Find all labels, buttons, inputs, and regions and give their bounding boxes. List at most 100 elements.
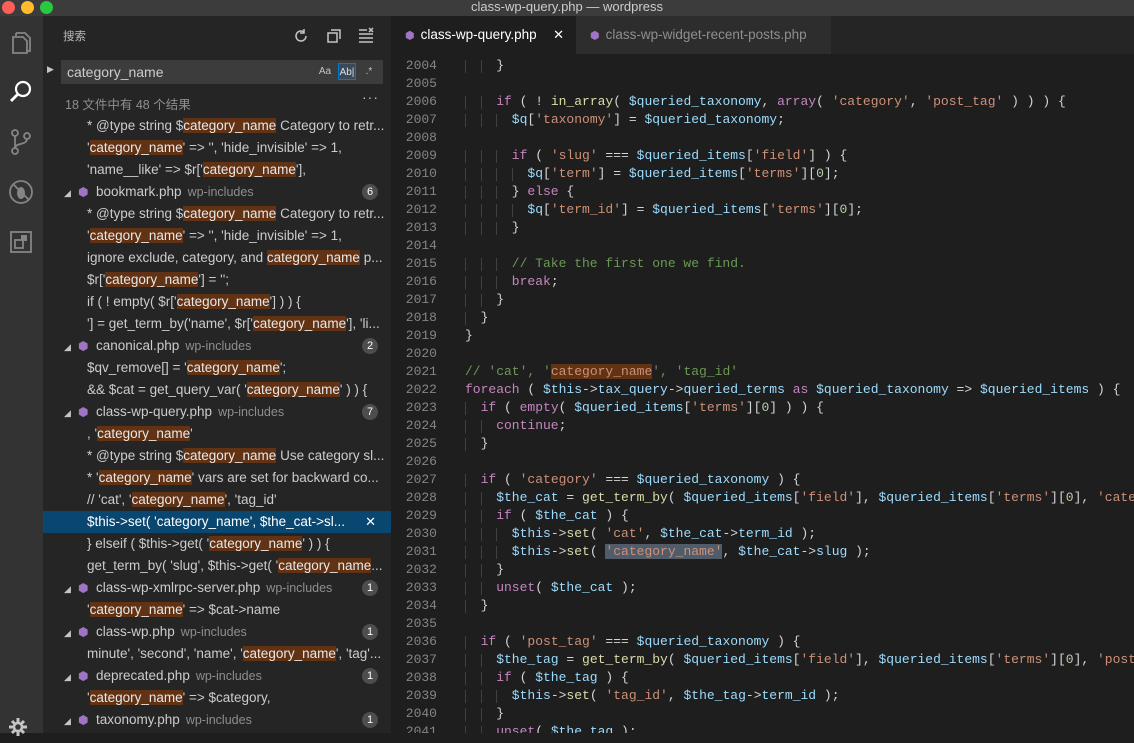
- indent-guide: [465, 186, 466, 199]
- code-token: 'field': [800, 490, 856, 505]
- settings-gear-icon[interactable]: [7, 716, 29, 738]
- code-token: 'terms': [691, 400, 746, 415]
- search-icon[interactable]: [6, 77, 36, 107]
- match-whole-word-toggle[interactable]: Ab|: [338, 63, 356, 80]
- code-token: [: [987, 490, 996, 505]
- expand-chevron-icon[interactable]: ◢: [64, 402, 78, 423]
- match-context: $qv_remove[] = ': [87, 360, 187, 375]
- result-match-row[interactable]: , 'category_name': [43, 423, 391, 445]
- match-text: } elseif ( $this->get( 'category_name' )…: [87, 533, 330, 555]
- match-highlight: category_name: [186, 360, 280, 375]
- indent-guide: [480, 492, 482, 505]
- result-match-row[interactable]: $qv_remove[] = 'category_name';: [43, 357, 391, 379]
- code-text: } else {: [512, 183, 574, 201]
- result-match-row[interactable]: // 'cat', 'category_name', 'tag_id': [43, 489, 391, 511]
- result-match-row[interactable]: && $cat = get_query_var( 'category_name'…: [43, 379, 391, 401]
- match-count-badge: 1: [362, 668, 378, 684]
- code-token: }: [496, 292, 504, 307]
- indent-guide: [496, 222, 498, 235]
- expand-chevron-icon[interactable]: ◢: [64, 710, 78, 731]
- code-editor[interactable]: 2004} 2005 2006 if ( ! in_array( $queried_t…: [391, 54, 1134, 733]
- expand-chevron-icon[interactable]: ◢: [64, 622, 78, 643]
- more-options-icon[interactable]: ···: [362, 89, 379, 105]
- result-match-row[interactable]: 'category_name' => $category,: [43, 687, 391, 709]
- result-match-row[interactable]: '] = get_term_by('name', $r['category_na…: [43, 313, 391, 335]
- result-match-row[interactable]: $r['category_name'] = '';: [43, 269, 391, 291]
- expand-chevron-icon[interactable]: ◢: [64, 666, 78, 687]
- match-highlight: category_name: [105, 272, 199, 287]
- code-token: (: [496, 472, 520, 487]
- match-context: ';: [279, 360, 287, 375]
- result-match-row[interactable]: 'category_name' => $cat->name: [43, 599, 391, 621]
- result-file-row[interactable]: ◢ ⬢ class-wp-query.php wp-includes 7: [43, 401, 391, 423]
- result-match-row[interactable]: * @type string $category_name Category t…: [43, 203, 391, 225]
- code-token: 'taxonomy': [535, 112, 614, 127]
- result-file-row[interactable]: ◢ ⬢ canonical.php wp-includes 2: [43, 335, 391, 357]
- code-token: $the_cat: [738, 544, 801, 559]
- code-token: 0: [1065, 490, 1074, 505]
- match-text: minute', 'second', 'name', 'category_nam…: [87, 643, 381, 665]
- indent-guide: [480, 294, 482, 307]
- code-token: ],: [1073, 652, 1097, 667]
- refresh-icon[interactable]: [292, 27, 310, 45]
- match-context: && $cat = get_query_var( ': [87, 382, 247, 397]
- result-match-row[interactable]: $this->set( 'category_name', $the_cat->s…: [43, 511, 391, 533]
- match-context: ignore exclude, category, and: [87, 250, 267, 265]
- code-token: ( !: [511, 94, 551, 109]
- explorer-icon[interactable]: [6, 28, 36, 58]
- result-match-row[interactable]: 'category_name' => '', 'hide_invisible' …: [43, 225, 391, 247]
- code-token: );: [847, 544, 871, 559]
- result-match-row[interactable]: * @type string $category_name Category t…: [43, 115, 391, 137]
- code-token: if: [511, 148, 528, 163]
- source-control-icon[interactable]: [6, 127, 36, 157]
- result-file-name: bookmark.php: [96, 184, 182, 199]
- code-line: 2017}: [391, 291, 1134, 309]
- result-match-row[interactable]: minute', 'second', 'name', 'category_nam…: [43, 643, 391, 665]
- code-token: set: [566, 544, 590, 559]
- match-context: ', 'tag'...: [335, 646, 382, 661]
- toggle-replace-icon[interactable]: ▶: [47, 64, 59, 78]
- match-count-badge: 1: [362, 580, 378, 596]
- result-file-row[interactable]: ◢ ⬢ class-wp-xmlrpc-server.php wp-includes 1: [43, 577, 391, 599]
- search-input[interactable]: [61, 60, 383, 84]
- close-tab-icon[interactable]: ✕: [553, 16, 564, 54]
- collapse-all-icon[interactable]: [357, 27, 375, 45]
- code-line: 2038 if ( $the_tag ) {: [391, 669, 1134, 687]
- code-token: 'terms': [745, 166, 801, 181]
- expand-chevron-icon[interactable]: ◢: [64, 336, 78, 357]
- code-token: [: [987, 652, 996, 667]
- result-match-row[interactable]: * 'category_name' vars are set for backw…: [43, 467, 391, 489]
- clear-results-icon[interactable]: [325, 27, 343, 45]
- result-match-row[interactable]: } elseif ( $this->get( 'category_name' )…: [43, 533, 391, 555]
- code-text: }: [496, 705, 504, 723]
- result-file-name: class-wp-xmlrpc-server.php: [96, 580, 261, 595]
- tab-label: class-wp-widget-recent-posts.php: [605, 27, 807, 42]
- result-match-row[interactable]: if ( ! empty( $r['category_name'] ) ) {: [43, 291, 391, 313]
- expand-chevron-icon[interactable]: ◢: [64, 578, 78, 599]
- code-token: (: [535, 724, 551, 733]
- match-highlight: category_name: [89, 690, 183, 705]
- result-file-row[interactable]: ◢ ⬢ class-wp.php wp-includes 1: [43, 621, 391, 643]
- match-case-toggle[interactable]: Aa: [316, 63, 334, 80]
- result-file-row[interactable]: ◢ ⬢ taxonomy.php wp-includes 1: [43, 709, 391, 731]
- line-number: 2031: [405, 544, 437, 559]
- code-token: (: [511, 508, 536, 523]
- use-regex-toggle[interactable]: .*: [360, 63, 378, 80]
- result-match-row[interactable]: * @type string $category_name Use catego…: [43, 445, 391, 467]
- code-text: }: [481, 309, 489, 327]
- result-match-row[interactable]: 'name__like' => $r['category_name'],: [43, 159, 391, 181]
- code-token: if: [496, 508, 512, 523]
- expand-chevron-icon[interactable]: ◢: [64, 182, 78, 203]
- code-token: get_term_by: [582, 490, 668, 505]
- line-number: 2029: [405, 508, 437, 523]
- result-file-row[interactable]: ◢ ⬢ deprecated.php wp-includes 1: [43, 665, 391, 687]
- editor-tab[interactable]: ⬢ class-wp-widget-recent-posts.php: [576, 16, 831, 54]
- result-file-row[interactable]: ◢ ⬢ bookmark.php wp-includes 6: [43, 181, 391, 203]
- result-match-row[interactable]: ignore exclude, category, and category_n…: [43, 247, 391, 269]
- dismiss-match-icon[interactable]: ✕: [365, 511, 376, 533]
- result-match-row[interactable]: 'category_name' => '', 'hide_invisible' …: [43, 137, 391, 159]
- editor-tab[interactable]: ⬢ class-wp-query.php ✕: [391, 16, 576, 54]
- extensions-icon[interactable]: [6, 227, 36, 257]
- debug-icon[interactable]: [6, 177, 36, 207]
- result-match-row[interactable]: get_term_by( 'slug', $this->get( 'catego…: [43, 555, 391, 577]
